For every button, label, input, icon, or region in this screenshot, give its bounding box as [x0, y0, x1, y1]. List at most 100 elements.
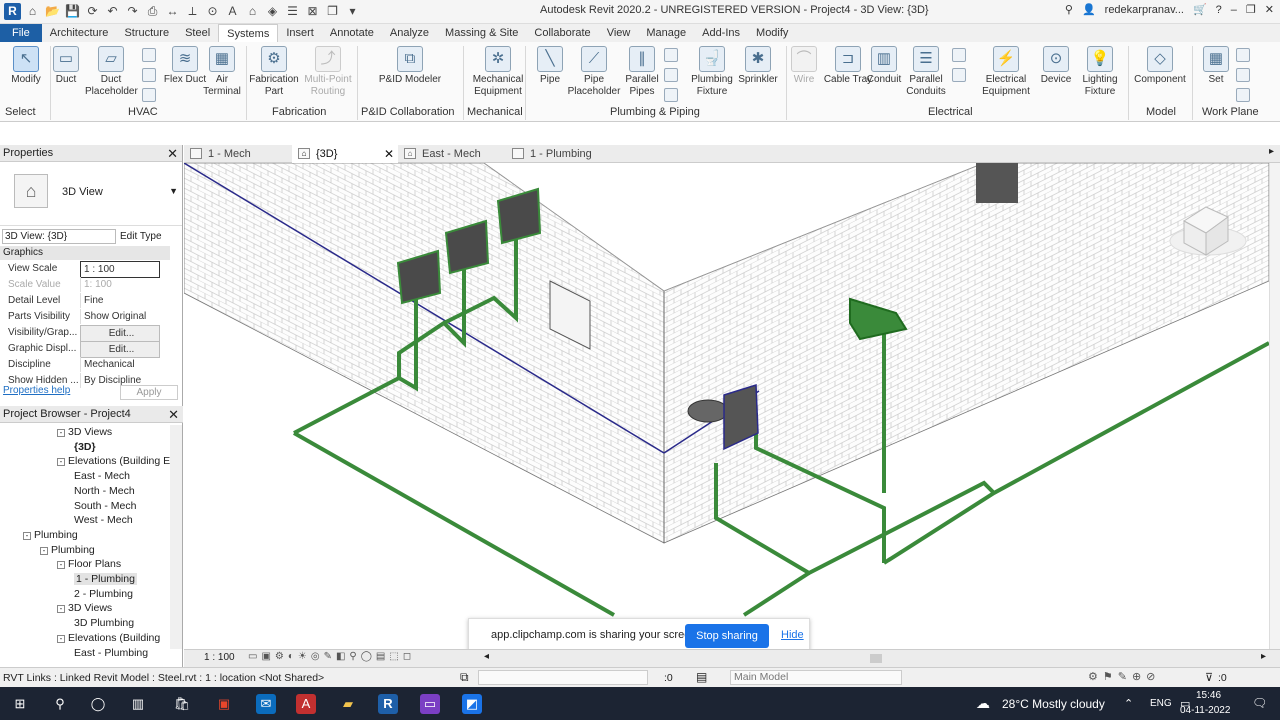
group-select-label[interactable]: Select: [5, 106, 36, 118]
tab-steel[interactable]: Steel: [177, 24, 218, 42]
chevron-down-icon[interactable]: ▼: [169, 186, 178, 196]
property-row[interactable]: Discipline Mechanical: [3, 357, 178, 372]
mail-icon[interactable]: ✉: [256, 694, 276, 714]
sprinkler-button[interactable]: ✱ Sprinkler: [732, 46, 784, 86]
parallel-pipes-button[interactable]: ∥ Parallel Pipes: [616, 46, 668, 98]
tab-architecture[interactable]: Architecture: [42, 24, 117, 42]
office-icon[interactable]: ▣: [214, 694, 234, 714]
redo-icon[interactable]: ↷: [124, 3, 141, 20]
store-icon[interactable]: 🛍: [172, 694, 192, 714]
worksets-dropdown[interactable]: [478, 670, 648, 685]
measure-icon[interactable]: ↔: [164, 3, 181, 20]
browser-tree-item[interactable]: 1 - Plumbing: [74, 572, 137, 586]
stop-sharing-button[interactable]: Stop sharing: [685, 624, 769, 648]
property-value[interactable]: Mechanical: [80, 357, 160, 372]
browser-tree-item[interactable]: - Elevations (Building E: [57, 454, 170, 468]
undo-icon[interactable]: ↶: [104, 3, 121, 20]
type-selector[interactable]: ⌂ 3D View ▼: [0, 162, 182, 226]
conduit-fitting-icon[interactable]: [952, 68, 966, 82]
user-icon[interactable]: 👤: [1082, 3, 1096, 16]
help-icon[interactable]: ?: [1216, 4, 1222, 16]
viewer-icon[interactable]: [1236, 88, 1250, 102]
show-work-plane-icon[interactable]: [1236, 48, 1250, 62]
notifications-icon[interactable]: 🗨: [1252, 696, 1267, 710]
clock-date[interactable]: 04-11-2022: [1180, 705, 1230, 716]
tab-insert[interactable]: Insert: [278, 24, 322, 42]
tab-manage[interactable]: Manage: [638, 24, 694, 42]
design-option-dropdown[interactable]: Main Model: [730, 670, 902, 685]
collapse-icon[interactable]: -: [57, 429, 65, 437]
property-value[interactable]: Edit...: [80, 325, 160, 342]
pipe-fitting-icon[interactable]: [664, 48, 678, 62]
revit-taskbar-icon[interactable]: R: [378, 694, 398, 714]
browser-tree-item[interactable]: - Plumbing: [40, 543, 95, 557]
collapse-icon[interactable]: -: [57, 561, 65, 570]
minimize-icon[interactable]: –: [1231, 4, 1237, 16]
file-explorer-icon[interactable]: ▰: [338, 694, 358, 714]
cable-tray-fitting-icon[interactable]: [952, 48, 966, 62]
property-row[interactable]: Scale Value 1: 100: [3, 277, 178, 292]
column-element[interactable]: [976, 163, 1018, 203]
viewport-vertical-scrollbar[interactable]: [1269, 163, 1280, 649]
design-options-icon[interactable]: ▤: [696, 670, 707, 684]
lighting-fixture-button[interactable]: 💡 Lighting Fixture: [1074, 46, 1126, 98]
tab-annotate[interactable]: Annotate: [322, 24, 382, 42]
property-value[interactable]: 1: 100: [80, 277, 160, 292]
autocad-icon[interactable]: A: [296, 694, 316, 714]
thin-lines-icon[interactable]: ☰: [284, 3, 301, 20]
scroll-left-icon[interactable]: ◂: [484, 651, 489, 662]
browser-tree-item[interactable]: East - Plumbing: [74, 646, 148, 660]
air-terminal-button[interactable]: ▦ Air Terminal: [196, 46, 248, 98]
tab-collaborate[interactable]: Collaborate: [526, 24, 598, 42]
revit-logo-icon[interactable]: R: [4, 3, 21, 20]
duct-placeholder-button[interactable]: ▱ Duct Placeholder: [85, 46, 138, 98]
set-work-plane-button[interactable]: ▦ Set: [1192, 46, 1240, 86]
switch-windows-icon[interactable]: ❐: [324, 3, 341, 20]
close-icon[interactable]: ✕: [384, 145, 394, 163]
view-scale[interactable]: 1 : 100: [204, 652, 235, 663]
tag-icon[interactable]: ⊙: [204, 3, 221, 20]
view-control-icons[interactable]: ▭▣⚙◐☀◎✎◧⚲◯▤⬚◻: [248, 651, 415, 662]
browser-tree-item[interactable]: North - Mech: [74, 484, 135, 498]
tab-structure[interactable]: Structure: [116, 24, 177, 42]
close-icon[interactable]: ✕: [168, 406, 179, 423]
edit-type-button[interactable]: Edit Type: [120, 229, 162, 244]
print-icon[interactable]: ⎙: [144, 3, 161, 20]
collapse-icon[interactable]: -: [57, 458, 65, 467]
property-value[interactable]: Fine: [80, 293, 160, 308]
browser-tree-item[interactable]: -3D Views: [57, 425, 112, 439]
text-icon[interactable]: A: [224, 3, 241, 20]
property-row[interactable]: Detail Level Fine: [3, 293, 178, 308]
browser-tree-item[interactable]: - Floor Plans: [57, 557, 121, 571]
close-icon[interactable]: ✕: [167, 145, 178, 162]
collapse-icon[interactable]: -: [57, 634, 65, 643]
browser-tree-item[interactable]: 2 - Plumbing: [74, 587, 133, 601]
3d-view-icon[interactable]: ⌂: [244, 3, 261, 20]
close-icon[interactable]: ✕: [1265, 3, 1274, 16]
duct-accessory-icon[interactable]: [142, 68, 156, 82]
duct-fitting-icon[interactable]: [142, 48, 156, 62]
component-button[interactable]: ◇ Component: [1132, 46, 1188, 86]
binoculars-icon[interactable]: ⚲: [1065, 3, 1073, 16]
language-indicator[interactable]: ENG: [1150, 698, 1172, 709]
section-icon[interactable]: ◈: [264, 3, 281, 20]
customize-qat-icon[interactable]: ▾: [344, 3, 361, 20]
plumbing-fixture-button[interactable]: 🚽 Plumbing Fixture: [686, 46, 738, 98]
search-icon[interactable]: ⚲: [50, 694, 70, 714]
browser-tree-item[interactable]: {3D}: [74, 440, 96, 454]
cart-icon[interactable]: 🛒: [1193, 3, 1207, 16]
tab-3d[interactable]: ⌂ {3D} ✕: [292, 145, 398, 163]
weather-text[interactable]: 28°C Mostly cloudy: [1002, 697, 1105, 711]
pipe-placeholder-button[interactable]: ⟋ Pipe Placeholder: [566, 46, 622, 98]
property-value[interactable]: Edit...: [80, 341, 160, 358]
task-view-icon[interactable]: ▥: [128, 694, 148, 714]
save-icon[interactable]: 💾: [64, 3, 81, 20]
hide-link[interactable]: Hide: [781, 629, 804, 641]
clipchamp-icon[interactable]: ▭: [420, 694, 440, 714]
worksets-icon[interactable]: ⧉: [460, 670, 469, 685]
tab-analyze[interactable]: Analyze: [382, 24, 437, 42]
mechanical-equipment-button[interactable]: ✲ Mechanical Equipment: [470, 46, 526, 98]
home-icon[interactable]: ⌂: [24, 3, 41, 20]
tab-view[interactable]: View: [599, 24, 639, 42]
restore-icon[interactable]: ❐: [1246, 3, 1256, 16]
